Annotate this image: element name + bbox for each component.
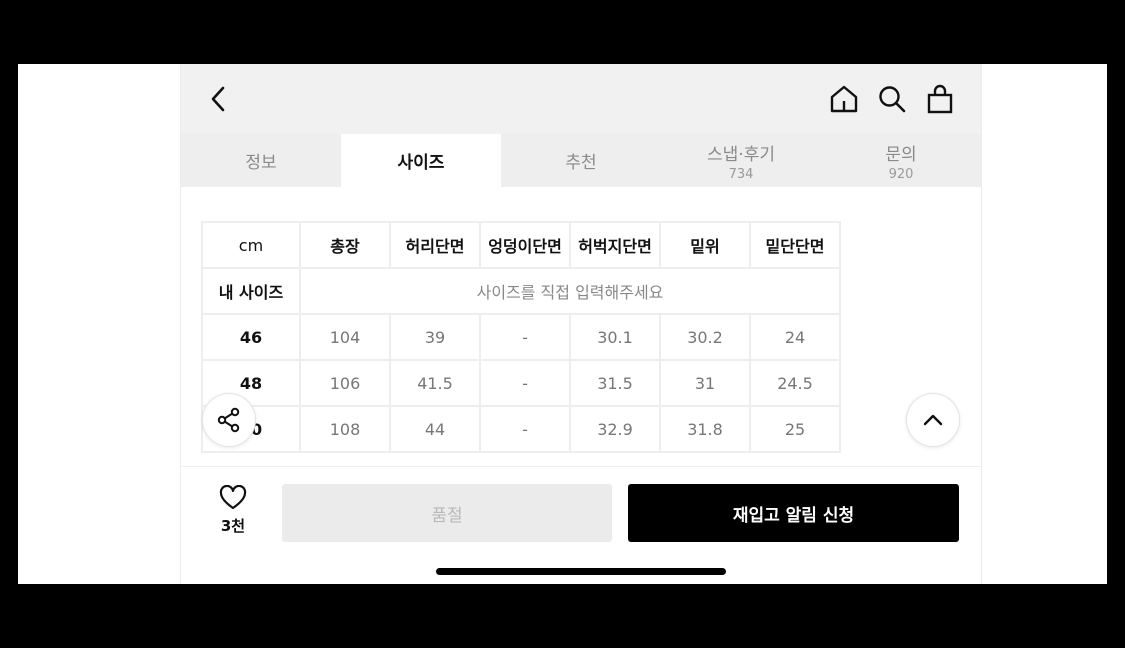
search-icon <box>879 86 906 113</box>
tab-label: 사이즈 <box>397 153 445 173</box>
heart-icon <box>219 485 247 510</box>
search-button[interactable] <box>875 82 909 116</box>
tab-inquiry[interactable]: 문의 920 <box>821 134 981 187</box>
table-row: 48 106 41.5 - 31.5 31 24.5 <box>201 359 841 407</box>
scroll-top-button[interactable] <box>906 393 960 447</box>
size-label: 46 <box>201 313 301 361</box>
column-header: 총장 <box>299 221 391 269</box>
tab-label: 추천 <box>565 153 597 173</box>
top-header <box>181 64 981 134</box>
table-row: 46 104 39 - 30.1 30.2 24 <box>201 313 841 361</box>
tab-count: 920 <box>888 166 914 182</box>
column-header: 밑위 <box>659 221 751 269</box>
column-header: 허벅지단면 <box>569 221 661 269</box>
tab-label: 문의 <box>885 144 917 165</box>
like-count: 3천 <box>220 517 246 535</box>
table-cell: 31.5 <box>569 359 661 407</box>
table-cell: 106 <box>299 359 391 407</box>
column-header: 허리단면 <box>389 221 481 269</box>
table-cell: - <box>479 405 571 453</box>
table-cell: 25 <box>749 405 841 453</box>
tab-label: 스냅·후기 <box>707 144 775 165</box>
bottom-action-bar: 3천 품절 재입고 알림 신청 <box>181 466 981 584</box>
tab-count: 734 <box>728 166 754 182</box>
column-header: 엉덩이단면 <box>479 221 571 269</box>
share-button[interactable] <box>202 393 256 447</box>
table-cell: 31.8 <box>659 405 751 453</box>
cart-button[interactable] <box>923 82 957 116</box>
table-row: 50 108 44 - 32.9 31.8 25 <box>201 405 841 453</box>
table-cell: 24.5 <box>749 359 841 407</box>
table-cell: 30.1 <box>569 313 661 361</box>
my-size-label: 내 사이즈 <box>201 267 301 315</box>
soldout-button: 품절 <box>282 484 612 542</box>
table-cell: 108 <box>299 405 391 453</box>
size-table: cm 총장 허리단면 엉덩이단면 허벅지단면 밑위 밑단단면 내 사이즈 사이즈… <box>201 221 841 453</box>
unit-cell: cm <box>201 221 301 269</box>
home-icon <box>830 85 858 113</box>
product-tabs: 정보 사이즈 추천 스냅·후기 734 문의 920 <box>181 134 981 187</box>
table-cell: 44 <box>389 405 481 453</box>
share-icon <box>217 407 240 433</box>
screen-frame: 정보 사이즈 추천 스냅·후기 734 문의 920 cm 총장 허리단면 엉덩… <box>18 64 1107 584</box>
chevron-up-icon <box>923 414 943 426</box>
my-size-input-prompt[interactable]: 사이즈를 직접 입력해주세요 <box>299 267 841 315</box>
tab-label: 정보 <box>245 153 277 173</box>
back-button[interactable] <box>203 84 233 114</box>
table-cell: 31 <box>659 359 751 407</box>
table-header-row: cm 총장 허리단면 엉덩이단면 허벅지단면 밑위 밑단단면 <box>201 221 841 269</box>
chevron-left-icon <box>211 86 225 112</box>
table-cell: 24 <box>749 313 841 361</box>
table-cell: 32.9 <box>569 405 661 453</box>
home-button[interactable] <box>827 82 861 116</box>
shopping-bag-icon <box>927 84 953 114</box>
table-cell: - <box>479 313 571 361</box>
like-button[interactable]: 3천 <box>205 485 261 545</box>
restock-alert-button[interactable]: 재입고 알림 신청 <box>628 484 959 542</box>
tab-info[interactable]: 정보 <box>181 134 341 187</box>
tab-size[interactable]: 사이즈 <box>341 134 501 187</box>
home-indicator <box>436 568 726 575</box>
table-cell: 39 <box>389 313 481 361</box>
table-cell: 104 <box>299 313 391 361</box>
table-cell: 41.5 <box>389 359 481 407</box>
my-size-row: 내 사이즈 사이즈를 직접 입력해주세요 <box>201 267 841 315</box>
column-header: 밑단단면 <box>749 221 841 269</box>
table-cell: - <box>479 359 571 407</box>
table-cell: 30.2 <box>659 313 751 361</box>
mobile-view: 정보 사이즈 추천 스냅·후기 734 문의 920 cm 총장 허리단면 엉덩… <box>180 64 982 584</box>
tab-recommend[interactable]: 추천 <box>501 134 661 187</box>
tab-snap-review[interactable]: 스냅·후기 734 <box>661 134 821 187</box>
